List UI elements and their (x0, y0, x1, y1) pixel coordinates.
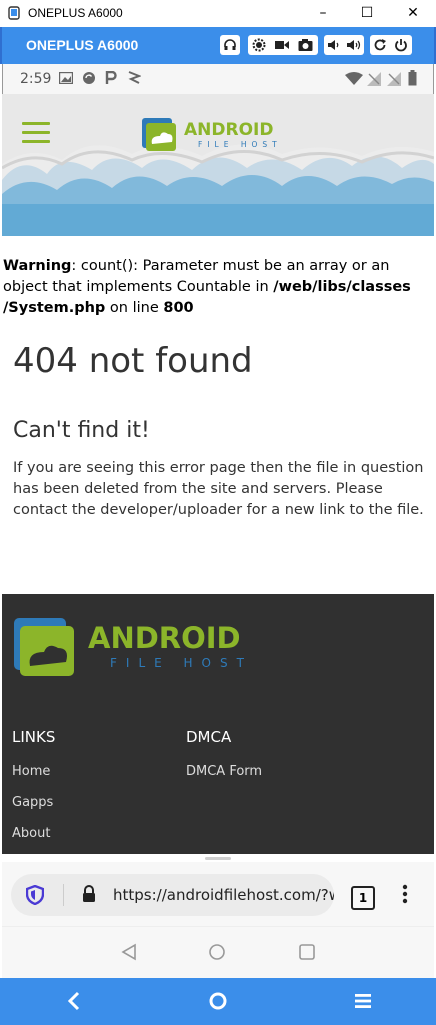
dmca-heading: DMCA (186, 728, 232, 746)
window-title-bar: ONEPLUS A6000 – ☐ ✕ (0, 0, 436, 28)
settings-icon[interactable] (252, 38, 266, 52)
emulator-menu-icon[interactable] (352, 990, 374, 1012)
recents-icon[interactable] (298, 943, 316, 961)
emulator-toolbar: ONEPLUS A6000 (0, 27, 436, 64)
footer-link-dmca-form[interactable]: DMCA Form (186, 764, 262, 779)
page-subtitle: Can't find it! (13, 418, 150, 443)
footer-link-gapps[interactable]: Gapps (12, 795, 53, 810)
power-icon[interactable] (394, 38, 408, 52)
warning-label: Warning (3, 258, 72, 274)
shield-icon[interactable] (26, 885, 44, 905)
camera-controls (248, 35, 318, 55)
browser-toolbar: https://androidfilehost.com/?w 1 (2, 862, 434, 926)
warning-line-text: on line (105, 300, 164, 316)
rotate-icon[interactable] (373, 38, 387, 52)
emulator-app-icon (8, 6, 20, 20)
hamburger-menu-icon[interactable] (22, 122, 50, 144)
wifi-icon (345, 72, 363, 85)
bottom-sheet-handle[interactable] (205, 857, 231, 860)
p-notification-icon (105, 71, 117, 84)
minimize-button[interactable]: – (300, 0, 346, 27)
tab-switcher-button[interactable]: 1 (351, 886, 375, 910)
page-title: 404 not found (13, 341, 253, 381)
screenshot-camera-icon[interactable] (298, 38, 313, 52)
logo-bottom-text: FILE HOST (198, 140, 282, 149)
footer-logo-top-text: ANDROID (88, 621, 241, 655)
sync-notification-icon (83, 72, 95, 84)
emulator-bottom-bar (0, 978, 436, 1025)
volume-up-icon[interactable] (346, 39, 362, 51)
lock-icon[interactable] (82, 885, 96, 903)
headphones-icon[interactable] (220, 35, 240, 55)
emulator-home-icon[interactable] (207, 990, 229, 1012)
maximize-button[interactable]: ☐ (344, 0, 390, 27)
url-bar[interactable]: https://androidfilehost.com/?w (11, 874, 334, 916)
site-footer: ANDROID FILE HOST LINKS DMCA Home Gapps … (2, 594, 434, 854)
battery-icon (408, 70, 417, 86)
more-menu-icon[interactable] (402, 884, 408, 904)
footer-link-about[interactable]: About (12, 826, 50, 841)
footer-logo[interactable]: ANDROID FILE HOST (12, 614, 282, 684)
warning-line-number: 800 (163, 300, 194, 316)
afh-logo[interactable]: ANDROID FILE HOST (140, 114, 300, 158)
flag-notification-icon (128, 71, 141, 84)
volume-controls (324, 35, 364, 55)
back-icon[interactable] (120, 943, 138, 961)
main-content: Warning: count(): Parameter must be an a… (2, 236, 434, 594)
url-divider (63, 884, 64, 906)
signal-1-icon (367, 72, 381, 86)
close-button[interactable]: ✕ (390, 0, 436, 27)
android-nav-bar (2, 926, 434, 979)
url-text[interactable]: https://androidfilehost.com/?w (113, 886, 334, 904)
links-heading: LINKS (12, 728, 56, 746)
php-warning: Warning: count(): Parameter must be an a… (3, 256, 433, 319)
android-status-bar: 2:59 (2, 64, 434, 94)
power-controls (370, 35, 412, 55)
emulator-back-icon[interactable] (63, 990, 85, 1012)
site-header: ANDROID FILE HOST (2, 94, 434, 236)
volume-down-icon[interactable] (327, 39, 341, 51)
status-time: 2:59 (20, 71, 52, 87)
footer-logo-bottom-text: FILE HOST (110, 656, 253, 670)
logo-top-text: ANDROID (184, 120, 273, 140)
window-title: ONEPLUS A6000 (28, 6, 123, 20)
home-icon[interactable] (208, 943, 226, 961)
signal-2-icon (387, 72, 401, 86)
device-name: ONEPLUS A6000 (26, 37, 139, 53)
gallery-notification-icon (59, 72, 73, 84)
error-description: If you are seeing this error page then t… (13, 460, 424, 518)
video-icon[interactable] (275, 39, 289, 51)
footer-link-home[interactable]: Home (12, 764, 50, 779)
